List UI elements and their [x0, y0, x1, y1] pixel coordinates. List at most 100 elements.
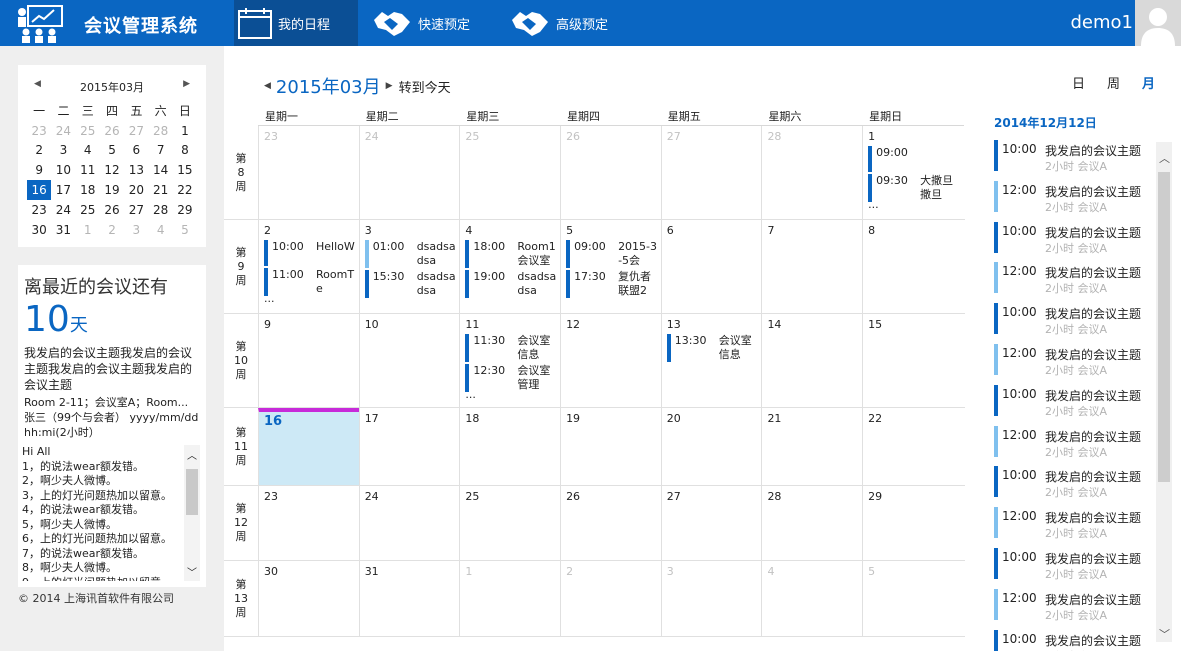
- day-cell[interactable]: 19: [560, 408, 661, 485]
- nav-tab-advanced-booking[interactable]: 高级预定: [510, 0, 608, 46]
- meeting-list-item[interactable]: 12:00 我发启的会议主题 2小时 会议A: [994, 424, 1152, 465]
- prev-month-button[interactable]: ◀: [264, 81, 271, 91]
- mini-day[interactable]: 6: [124, 141, 148, 161]
- day-cell[interactable]: 31: [358, 561, 460, 636]
- day-cell[interactable]: 3: [660, 561, 762, 636]
- scroll-up-icon[interactable]: ︿: [187, 447, 197, 462]
- mini-day[interactable]: 24: [51, 200, 75, 220]
- mini-day[interactable]: 3: [51, 141, 75, 161]
- mini-day[interactable]: 14: [148, 160, 172, 180]
- day-cell[interactable]: 12: [560, 314, 661, 407]
- day-cell[interactable]: 5: [862, 561, 963, 636]
- mini-day[interactable]: 29: [173, 200, 197, 220]
- meeting-list-item[interactable]: 10:00我发启的会议主题2小时 会议A: [994, 464, 1152, 505]
- more-events-link[interactable]: ...: [465, 389, 560, 400]
- mini-day[interactable]: 28: [148, 121, 172, 141]
- event-item[interactable]: 11:30 会议室信息: [465, 334, 560, 362]
- day-cell[interactable]: 9: [258, 314, 359, 407]
- mini-day[interactable]: 13: [124, 160, 148, 180]
- app-logo[interactable]: 会议管理系统: [0, 0, 222, 46]
- day-cell[interactable]: 25: [459, 126, 560, 219]
- mini-day[interactable]: 26: [100, 121, 124, 141]
- scrollbar-thumb[interactable]: [1158, 172, 1170, 482]
- meeting-list-item[interactable]: 12:00 我发启的会议主题 2小时 会议A: [994, 179, 1152, 220]
- next-month-button[interactable]: ▶: [386, 81, 393, 91]
- mini-day[interactable]: 31: [51, 220, 75, 240]
- day-cell[interactable]: 21: [761, 408, 862, 485]
- day-cell-today[interactable]: 16: [258, 408, 359, 485]
- day-cell[interactable]: 4: [761, 561, 862, 636]
- day-cell[interactable]: 10: [358, 314, 460, 407]
- mini-day[interactable]: 23: [27, 121, 51, 141]
- meeting-list-item[interactable]: 10:00我发启的会议主题2小时 会议A: [994, 138, 1152, 179]
- mini-calendar-next-button[interactable]: ▶: [183, 79, 190, 89]
- meeting-list-item[interactable]: 10:00我发启的会议主题2小时 会议A: [994, 301, 1152, 342]
- meeting-list-item[interactable]: 12:00 我发启的会议主题 2小时 会议A: [994, 342, 1152, 383]
- event-item[interactable]: 12:30 会议室管理: [465, 364, 560, 392]
- mini-day[interactable]: 5: [100, 141, 124, 161]
- avatar[interactable]: [1135, 0, 1181, 46]
- day-cell[interactable]: 26: [560, 126, 661, 219]
- meeting-list-item[interactable]: 10:00我发启的会议主题2小时 会议A: [994, 546, 1152, 587]
- mini-day[interactable]: 2: [27, 141, 51, 161]
- day-cell[interactable]: 24: [358, 126, 460, 219]
- next-meeting-subject[interactable]: 我发启的会议主题我发启的会议主题我发启的会议主题我发启的会议主题: [24, 345, 200, 393]
- day-cell[interactable]: 7: [761, 220, 862, 313]
- scroll-down-icon[interactable]: ﹀: [187, 564, 197, 579]
- day-cell[interactable]: 18: [459, 408, 560, 485]
- day-cell[interactable]: 14: [761, 314, 862, 407]
- goto-today-button[interactable]: 转到今天: [399, 77, 451, 96]
- message-scrollbar[interactable]: ︿ ﹀: [184, 445, 200, 581]
- mini-day[interactable]: 22: [173, 180, 197, 200]
- mini-day[interactable]: 25: [76, 200, 100, 220]
- day-cell[interactable]: 13 13:30 会议室信息: [660, 314, 762, 407]
- nav-tab-my-schedule[interactable]: 我的日程: [234, 0, 358, 46]
- day-cell[interactable]: 15: [862, 314, 963, 407]
- mini-day[interactable]: 3: [124, 220, 148, 240]
- mini-day[interactable]: 30: [27, 220, 51, 240]
- day-cell[interactable]: 418:00 Room1会议室信息 19:00 dsadsadsa: [459, 220, 560, 313]
- mini-day[interactable]: 21: [148, 180, 172, 200]
- mini-day[interactable]: 25: [76, 121, 100, 141]
- meeting-list-item[interactable]: 10:00我发启的会议主题2小时 会议A: [994, 383, 1152, 424]
- meeting-list-scrollbar[interactable]: ︿ ﹀: [1156, 142, 1172, 642]
- day-cell[interactable]: 2 10:00 HelloW 11:00 RoomTe...: [258, 220, 359, 313]
- mini-day[interactable]: 18: [76, 180, 100, 200]
- event-item[interactable]: 09:00 2015-3-5会: [566, 240, 661, 268]
- mini-day[interactable]: 17: [51, 180, 75, 200]
- more-events-link[interactable]: ...: [868, 199, 963, 210]
- day-cell[interactable]: 23: [258, 126, 359, 219]
- day-cell[interactable]: 28: [761, 486, 862, 560]
- mini-day[interactable]: 26: [100, 200, 124, 220]
- more-events-link[interactable]: ...: [264, 293, 359, 304]
- day-cell[interactable]: 28: [761, 126, 862, 219]
- day-cell[interactable]: 30: [258, 561, 359, 636]
- mini-day-selected[interactable]: 16: [27, 180, 52, 200]
- day-cell[interactable]: 3 01:00 dsadsadsa 15:30 dsadsadsa: [358, 220, 460, 313]
- day-cell[interactable]: 5 09:00 2015-3-5会 17:30 复仇者联盟2: [560, 220, 661, 313]
- day-cell[interactable]: 23: [258, 486, 359, 560]
- day-cell[interactable]: 6: [660, 220, 762, 313]
- day-cell[interactable]: 24: [358, 486, 460, 560]
- mini-day[interactable]: 9: [27, 160, 51, 180]
- mini-day[interactable]: 1: [76, 220, 100, 240]
- event-item[interactable]: 15:30 dsadsadsa: [364, 270, 460, 298]
- mini-day[interactable]: 19: [100, 180, 124, 200]
- mini-day[interactable]: 23: [27, 200, 51, 220]
- nav-tab-quick-booking[interactable]: 快速预定: [372, 0, 470, 46]
- event-item[interactable]: 10:00 HelloW: [264, 240, 359, 266]
- day-cell[interactable]: 26: [560, 486, 661, 560]
- mini-day[interactable]: 1: [173, 121, 197, 141]
- event-item[interactable]: 01:00 dsadsadsa: [364, 240, 460, 268]
- meeting-list-item[interactable]: 12:00 我发启的会议主题 2小时 会议A: [994, 505, 1152, 546]
- view-月-button[interactable]: 月: [1142, 73, 1155, 92]
- mini-day[interactable]: 4: [148, 220, 172, 240]
- day-cell[interactable]: 11 11:30 会议室信息 12:30 会议室管理...: [459, 314, 560, 407]
- day-cell[interactable]: 22: [862, 408, 963, 485]
- user-name[interactable]: demo1: [1071, 12, 1134, 33]
- mini-day[interactable]: 4: [76, 141, 100, 161]
- scroll-down-icon[interactable]: ﹀: [1159, 626, 1170, 642]
- mini-day[interactable]: 12: [100, 160, 124, 180]
- day-cell[interactable]: 8: [862, 220, 963, 313]
- mini-day[interactable]: 24: [51, 121, 75, 141]
